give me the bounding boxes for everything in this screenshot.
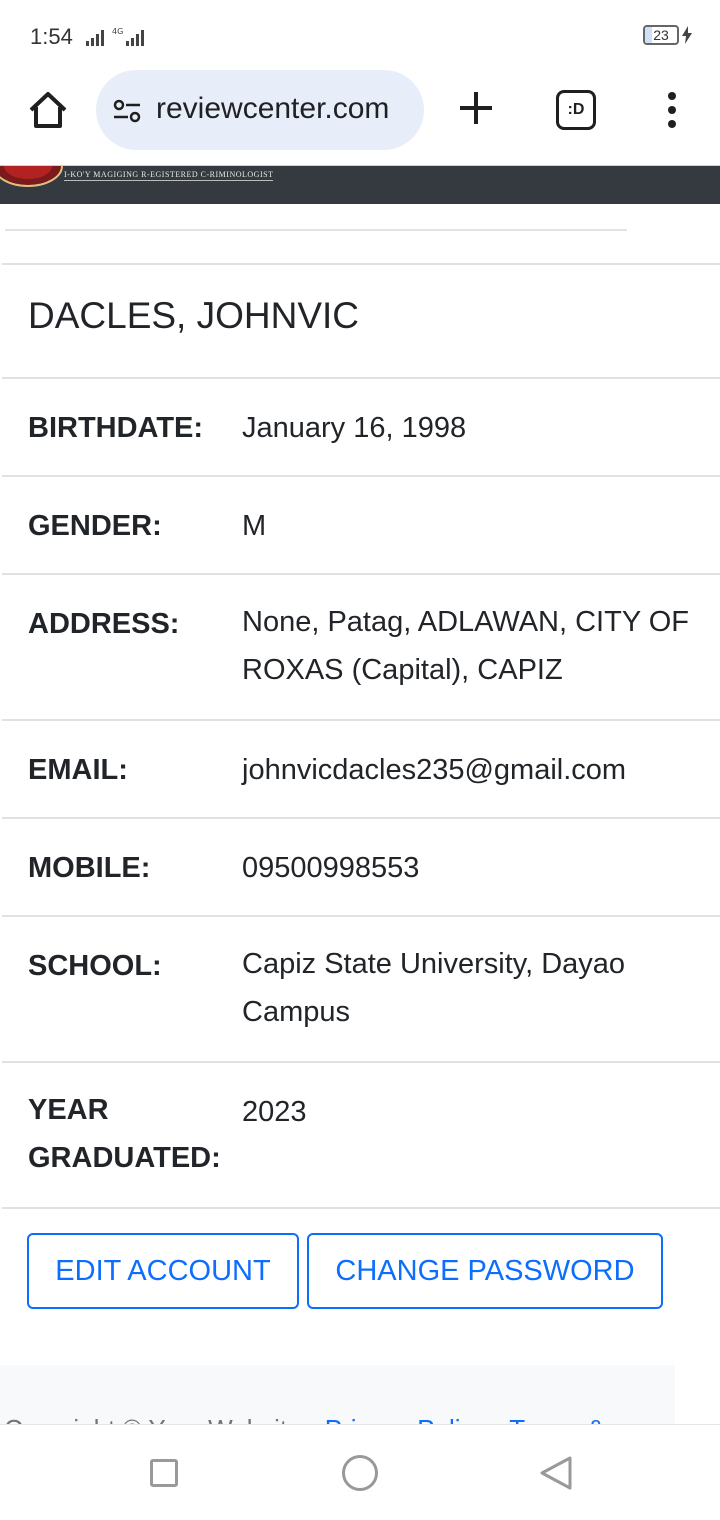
row-label: MOBILE: (28, 852, 151, 884)
top-divider (5, 229, 627, 231)
row-label: YEAR GRADUATED: (28, 1094, 221, 1174)
row-value: 2023 (242, 1096, 307, 1128)
profile-row-gender: GENDER: M (2, 477, 720, 575)
site-header: I-KO'Y MAGIGING R-EGISTERED C-RIMINOLOGI… (0, 166, 720, 204)
recents-icon[interactable] (150, 1459, 178, 1487)
row-label: EMAIL: (28, 754, 128, 786)
site-footer: Copyright © Your Website · Privacy Polic… (0, 1365, 675, 1425)
row-value: johnvicdacles235@gmail.com (242, 754, 627, 786)
more-menu-icon[interactable] (662, 90, 682, 130)
battery-fill (645, 27, 653, 43)
profile-row-birthdate: BIRTHDATE: January 16, 1998 (2, 379, 720, 477)
battery-icon: 23 (643, 25, 679, 45)
new-tab-icon[interactable] (456, 88, 496, 128)
network-type-label: 4G (112, 27, 123, 36)
profile-name: DACLES, JOHNVIC (2, 265, 720, 379)
profile-row-address: ADDRESS: None, Patag, ADLAWAN, CITY OF R… (2, 575, 720, 721)
battery-indicator: 23 (643, 25, 692, 45)
profile-card: DACLES, JOHNVIC BIRTHDATE: January 16, 1… (2, 263, 720, 1209)
row-value: M (242, 510, 267, 542)
charging-icon (682, 26, 692, 44)
row-label: GENDER: (28, 510, 162, 542)
status-bar: 1:54 4G 23 (0, 0, 720, 70)
system-nav-bar (0, 1424, 720, 1520)
row-label: SCHOOL: (28, 950, 162, 982)
profile-row-mobile: MOBILE: 09500998553 (2, 819, 720, 917)
back-icon[interactable] (538, 1455, 574, 1491)
battery-level: 23 (653, 27, 669, 43)
profile-row-year-graduated: YEAR GRADUATED: 2023 (2, 1063, 720, 1209)
edit-account-button[interactable]: EDIT ACCOUNT (27, 1233, 299, 1309)
signal-icon: 4G (86, 27, 144, 46)
row-value: January 16, 1998 (242, 412, 467, 444)
browser-toolbar: reviewcenter.com :D (0, 70, 720, 166)
profile-row-school: SCHOOL: Capiz State University, Dayao Ca… (2, 917, 720, 1063)
change-password-button[interactable]: CHANGE PASSWORD (307, 1233, 663, 1309)
row-label: ADDRESS: (28, 608, 180, 640)
url-text[interactable]: reviewcenter.com (156, 92, 412, 126)
home-nav-icon[interactable] (342, 1455, 378, 1491)
row-value: 09500998553 (242, 852, 420, 884)
profile-row-email: EMAIL: johnvicdacles235@gmail.com (2, 721, 720, 819)
row-value: None, Patag, ADLAWAN, CITY OF ROXAS (Cap… (242, 606, 689, 686)
home-icon[interactable] (26, 88, 70, 132)
site-logo[interactable] (0, 166, 70, 188)
address-bar[interactable]: reviewcenter.com (96, 70, 424, 150)
site-tagline: I-KO'Y MAGIGING R-EGISTERED C-RIMINOLOGI… (64, 170, 274, 181)
site-settings-icon[interactable] (112, 96, 142, 126)
row-value: Capiz State University, Dayao Campus (242, 948, 626, 1028)
row-label: BIRTHDATE: (28, 412, 204, 444)
tab-switcher-icon[interactable]: :D (556, 90, 596, 130)
status-time: 1:54 (30, 24, 73, 49)
